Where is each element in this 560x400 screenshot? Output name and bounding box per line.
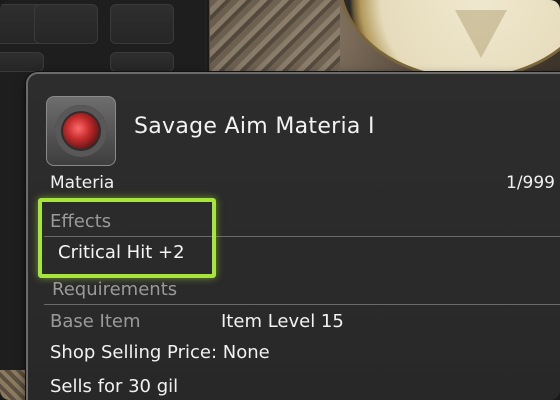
- shop-selling-price: Shop Selling Price: None: [50, 342, 270, 363]
- game-screen: Savage Aim Materia I Materia 1/999 Effec…: [0, 0, 560, 400]
- item-name: Savage Aim Materia I: [134, 114, 375, 139]
- compass-marker-icon: [455, 10, 507, 58]
- base-item-value: Item Level 15: [221, 311, 344, 332]
- base-item-label: Base Item: [50, 311, 141, 332]
- requirements-divider: [44, 304, 560, 305]
- stack-count: 1/999: [506, 173, 555, 193]
- inventory-slot[interactable]: [34, 4, 98, 44]
- item-category: Materia: [50, 173, 115, 193]
- item-icon-frame: [46, 96, 116, 166]
- effects-highlight-box: [38, 198, 216, 278]
- inventory-slot[interactable]: [110, 4, 174, 44]
- requirements-heading: Requirements: [52, 279, 178, 300]
- materia-orb-icon: [55, 105, 107, 157]
- inventory-slot[interactable]: [0, 52, 44, 72]
- inventory-slot[interactable]: [110, 52, 174, 72]
- terrain-texture: [210, 0, 340, 80]
- sells-for-price: Sells for 30 gil: [50, 376, 179, 397]
